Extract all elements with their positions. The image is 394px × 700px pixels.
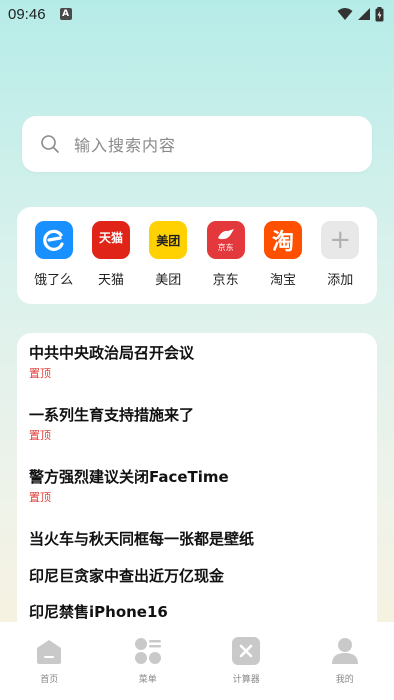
battery-icon bbox=[375, 6, 384, 21]
pinned-badge: 置顶 bbox=[29, 491, 51, 504]
meituan-icon-text: 美团 bbox=[156, 233, 181, 248]
shortcut-label: 美团 bbox=[155, 273, 182, 288]
shortcut-meituan[interactable]: 美团 美团 bbox=[144, 221, 192, 304]
news-title: 印尼巨贪家中查出近万亿现金 bbox=[29, 567, 225, 585]
status-bar: 09:46 A bbox=[0, 0, 394, 28]
shortcut-add[interactable]: + 添加 bbox=[316, 221, 364, 304]
shortcut-label: 京东 bbox=[212, 273, 239, 288]
shortcut-eleme[interactable]: 饿了么 bbox=[30, 221, 78, 304]
add-icon: + bbox=[321, 221, 360, 259]
news-item[interactable]: 一系列生育支持措施来了 置顶 bbox=[29, 403, 365, 465]
tab-label: 我的 bbox=[335, 675, 354, 685]
add-icon-text: + bbox=[329, 225, 352, 255]
jd-icon: 京东 bbox=[206, 221, 245, 259]
jd-icon-text: 京东 bbox=[217, 242, 234, 252]
shortcut-card: 饿了么 天猫 天猫 美团 美团 京东 京东 淘 淘宝 + 添加 bbox=[17, 207, 377, 304]
news-title: 印尼禁售iPhone16 bbox=[29, 603, 168, 621]
meituan-icon: 美团 bbox=[149, 221, 188, 259]
shortcut-jd[interactable]: 京东 京东 bbox=[202, 221, 250, 304]
wifi-icon bbox=[337, 8, 353, 20]
shortcut-label: 淘宝 bbox=[269, 273, 296, 288]
tmall-icon-text: 天猫 bbox=[98, 230, 123, 245]
profile-icon bbox=[331, 638, 358, 664]
news-title: 一系列生育支持措施来了 bbox=[29, 406, 195, 424]
news-title: 当火车与秋天同框每一张都是壁纸 bbox=[29, 530, 255, 548]
shortcut-label: 添加 bbox=[327, 273, 354, 288]
pinned-badge: 置顶 bbox=[29, 429, 51, 442]
shortcut-taobao[interactable]: 淘 淘宝 bbox=[259, 221, 307, 304]
shortcut-tmall[interactable]: 天猫 天猫 bbox=[87, 221, 135, 304]
taobao-icon-text: 淘 bbox=[271, 230, 294, 255]
search-placeholder: 输入搜索内容 bbox=[74, 136, 177, 155]
news-item[interactable]: 当火车与秋天同框每一张都是壁纸 bbox=[29, 527, 365, 564]
search-icon bbox=[41, 135, 59, 153]
menu-icon bbox=[134, 638, 161, 664]
tmall-icon: 天猫 bbox=[91, 221, 130, 259]
shortcut-label: 天猫 bbox=[97, 273, 124, 288]
calculator-icon bbox=[232, 637, 261, 665]
bottom-tab-bar: 首页 菜单 计算器 我的 bbox=[0, 622, 394, 700]
eleme-icon bbox=[34, 221, 73, 259]
pinned-badge: 置顶 bbox=[29, 367, 51, 380]
jd-dog-icon bbox=[217, 228, 234, 239]
news-item[interactable]: 警方强烈建议关闭FaceTime 置顶 bbox=[29, 465, 365, 527]
tab-label: 计算器 bbox=[232, 675, 260, 685]
tab-calculator[interactable]: 计算器 bbox=[216, 636, 276, 700]
taobao-icon: 淘 bbox=[263, 221, 302, 259]
tab-label: 菜单 bbox=[138, 675, 157, 685]
status-time: 09:46 bbox=[8, 5, 46, 23]
home-icon bbox=[37, 640, 62, 664]
notification-a-icon: A bbox=[59, 8, 72, 20]
tab-label: 首页 bbox=[40, 675, 59, 685]
search-bar[interactable]: 输入搜索内容 bbox=[22, 116, 372, 172]
tab-profile[interactable]: 我的 bbox=[315, 636, 375, 700]
shortcut-label: 饿了么 bbox=[34, 273, 74, 288]
news-title: 中共中央政治局召开会议 bbox=[29, 344, 195, 362]
tab-home[interactable]: 首页 bbox=[19, 636, 79, 700]
signal-icon bbox=[358, 8, 370, 20]
news-item[interactable]: 中共中央政治局召开会议 置顶 bbox=[29, 341, 365, 403]
news-list: 中共中央政治局召开会议 置顶 一系列生育支持措施来了 置顶 警方强烈建议关闭Fa… bbox=[17, 333, 377, 633]
news-title: 警方强烈建议关闭FaceTime bbox=[29, 468, 229, 486]
tab-menu[interactable]: 菜单 bbox=[118, 636, 178, 700]
status-indicators bbox=[337, 6, 384, 22]
news-item[interactable]: 印尼巨贪家中查出近万亿现金 bbox=[29, 564, 365, 600]
